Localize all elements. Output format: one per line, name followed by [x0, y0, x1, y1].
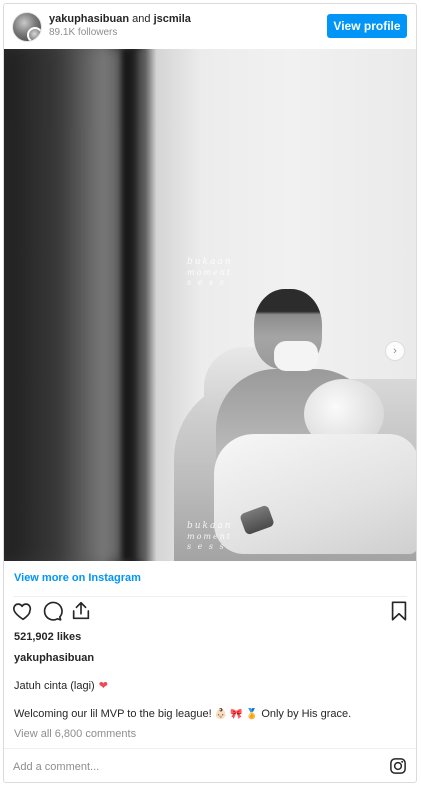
- baby-emoji: 👶🏻: [214, 709, 228, 720]
- caption-text-2a: Welcoming our lil MVP to the big league!: [14, 708, 212, 720]
- blanket: [214, 434, 416, 554]
- caption-text-1: Jatuh cinta (lagi): [14, 679, 95, 692]
- view-profile-button[interactable]: View profile: [327, 14, 407, 38]
- watermark-bottom-line1: bukaan: [187, 521, 233, 531]
- follower-count: 89.1K followers: [49, 27, 118, 38]
- divider: [13, 596, 407, 597]
- next-image-button[interactable]: ›: [385, 341, 405, 361]
- avatar[interactable]: [12, 12, 42, 42]
- add-comment-input[interactable]: [13, 756, 373, 778]
- medal-emoji: 🏅: [245, 709, 259, 720]
- watermark-top: bukaan moment s e s s: [187, 257, 233, 287]
- caption-username[interactable]: yakuphasibuan: [14, 652, 94, 664]
- action-bar: [4, 600, 416, 626]
- caption-line-2: Welcoming our lil MVP to the big league!…: [14, 708, 351, 720]
- and-text: and: [132, 13, 151, 25]
- face-mask: [274, 341, 318, 371]
- like-count[interactable]: 521,902 likes: [14, 631, 81, 643]
- instagram-embed-card: yakuphasibuan and jscmila 89.1K follower…: [3, 3, 417, 783]
- watermark-bottom-sub: s e s s: [187, 542, 226, 551]
- divider: [4, 748, 416, 749]
- view-all-comments-link[interactable]: View all 6,800 comments: [14, 728, 136, 740]
- post-authors: yakuphasibuan and jscmila: [49, 13, 191, 26]
- watermark-bottom: bukaan moment s e s s: [187, 521, 233, 551]
- caption-line-1: Jatuh cinta (lagi) ❤: [14, 679, 108, 692]
- username-secondary[interactable]: jscmila: [154, 13, 191, 25]
- red-heart-emoji: ❤: [98, 679, 108, 692]
- comment-icon[interactable]: [41, 600, 63, 622]
- watermark-line1: bukaan: [187, 257, 233, 267]
- post-header: yakuphasibuan and jscmila 89.1K follower…: [4, 4, 416, 48]
- chevron-right-icon: ›: [393, 345, 397, 357]
- foreground-pole: [122, 49, 144, 561]
- post-image[interactable]: bukaan moment s e s s bukaan moment s e …: [4, 49, 416, 561]
- ribbon-emoji: 🎀: [230, 709, 243, 720]
- secondary-avatar: [27, 27, 41, 41]
- instagram-icon[interactable]: [389, 757, 407, 775]
- heart-icon[interactable]: [12, 600, 34, 622]
- bookmark-icon[interactable]: [388, 600, 410, 622]
- share-icon[interactable]: [70, 600, 92, 622]
- view-more-link[interactable]: View more on Instagram: [14, 572, 141, 584]
- watermark-bottom-line2: moment: [187, 532, 233, 541]
- watermark-line2: moment: [187, 268, 233, 277]
- caption-text-2b: Only by His grace.: [261, 708, 352, 720]
- username-primary[interactable]: yakuphasibuan: [49, 13, 129, 25]
- watermark-sub: s e s s: [187, 278, 226, 287]
